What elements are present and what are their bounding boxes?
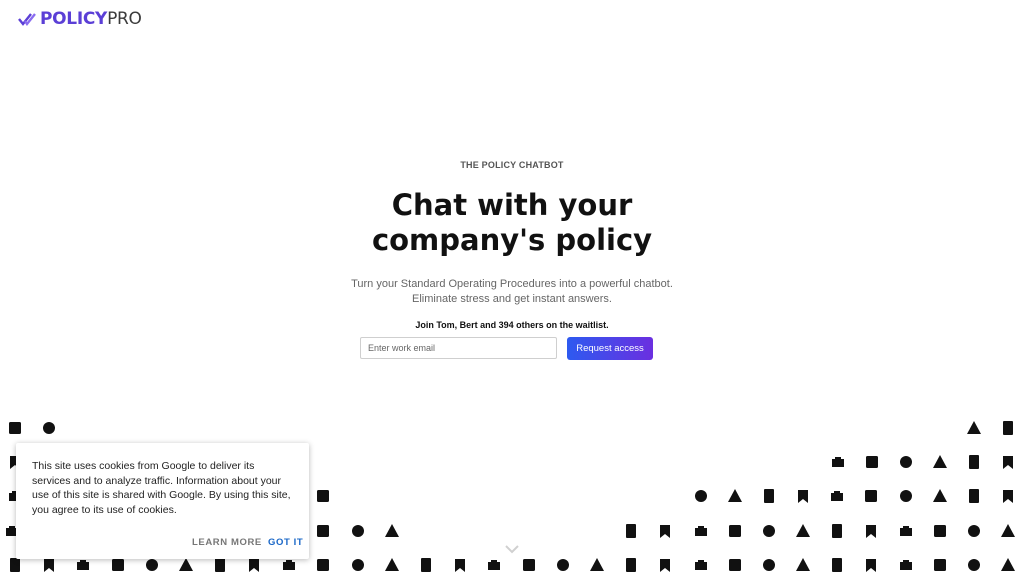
lightbulb-icon — [144, 557, 160, 573]
bookmark-icon — [693, 488, 709, 504]
pip-outline-icon — [555, 557, 571, 573]
subtitle-line-2: Eliminate stress and get instant answers… — [412, 293, 612, 305]
payment-icon — [761, 557, 777, 573]
date-range-icon — [829, 557, 845, 573]
hourglass-icon — [315, 488, 331, 504]
bookmark-outline-icon — [727, 488, 743, 504]
brand-logo[interactable]: POLICYPRO — [18, 8, 142, 30]
web-icon — [1000, 557, 1016, 573]
hero-eyebrow: THE POLICY CHATBOT — [460, 160, 564, 170]
no-sim-icon — [7, 557, 23, 573]
bookmarks-icon — [761, 488, 777, 504]
help-icon — [693, 557, 709, 573]
alarm-icon — [350, 523, 366, 539]
code-icon — [932, 523, 948, 539]
lock-icon — [281, 557, 297, 573]
pets-icon — [486, 557, 502, 573]
contact-clipboard-icon — [1000, 420, 1016, 436]
check-circle-icon — [795, 523, 811, 539]
wrench-icon — [829, 488, 845, 504]
description-icon — [966, 557, 982, 573]
translate-icon — [384, 523, 400, 539]
open-in-new-icon — [110, 557, 126, 573]
learn-more-button[interactable]: LEARN MORE — [192, 537, 262, 548]
checkbox-icon — [898, 454, 914, 470]
gps-icon — [657, 523, 673, 539]
work-icon — [727, 523, 743, 539]
lock-open-icon — [315, 557, 331, 573]
waitlist-text: Join Tom, Bert and 394 others on the wai… — [415, 320, 609, 330]
power-icon — [657, 557, 673, 573]
cookie-text: This site uses cookies from Google to de… — [32, 460, 291, 516]
subtitle-line-1: Turn your Standard Operating Procedures … — [351, 278, 673, 290]
compare-arrows-icon — [1000, 523, 1016, 539]
book-outline-icon — [898, 523, 914, 539]
headline-line-2: company's policy — [371, 223, 653, 257]
chevron-down-icon[interactable] — [504, 543, 520, 555]
get-app-icon — [589, 557, 605, 573]
headline-line-1: Chat with your — [391, 188, 633, 222]
book-icon — [1000, 454, 1016, 470]
warning-outline-icon — [761, 523, 777, 539]
dns-icon — [693, 523, 709, 539]
got-it-button[interactable]: GOT IT — [268, 537, 303, 548]
rv-icon — [966, 523, 982, 539]
request-access-button[interactable]: Request access — [567, 337, 653, 360]
dashboard-icon — [795, 557, 811, 573]
code-off-icon — [623, 557, 639, 573]
add-to-calendar-icon — [830, 454, 846, 470]
language-icon — [75, 557, 91, 573]
phone-forwarded-icon — [418, 557, 434, 573]
refresh-icon — [932, 454, 948, 470]
camera-icon — [966, 488, 982, 504]
photo-library-icon — [384, 557, 400, 573]
check-outline-icon — [829, 523, 845, 539]
cloud-upload-icon — [966, 454, 982, 470]
cookie-banner: This site uses cookies from Google to de… — [16, 443, 309, 559]
delete-icon — [863, 557, 879, 573]
bug-icon — [795, 488, 811, 504]
email-input[interactable] — [360, 337, 557, 359]
label-icon — [41, 557, 57, 573]
view-headline-icon — [212, 557, 228, 573]
download-box-icon — [864, 454, 880, 470]
calendar-icon — [898, 488, 914, 504]
delete-forever-icon — [898, 557, 914, 573]
view-day-icon — [178, 557, 194, 573]
list-icon — [246, 557, 262, 573]
wifi-icon — [452, 557, 468, 573]
hero-subtitle: Turn your Standard Operating Procedures … — [0, 277, 1024, 307]
download-icon — [41, 420, 57, 436]
delete-outline-icon — [932, 557, 948, 573]
hero-headline: Chat with your company's policy — [0, 188, 1024, 258]
brand-name: POLICYPRO — [40, 9, 142, 29]
picture-in-picture-icon — [521, 557, 537, 573]
copyright-icon — [727, 557, 743, 573]
label-outline-icon — [315, 523, 331, 539]
sync-alt-icon — [863, 488, 879, 504]
clipboard-icon — [966, 420, 982, 436]
person-icon — [350, 557, 366, 573]
card-giftcard-icon — [1000, 488, 1016, 504]
logo-check-icon — [18, 13, 36, 27]
credit-card-icon — [932, 488, 948, 504]
chrome-reader-icon — [863, 523, 879, 539]
gavel-icon — [7, 420, 23, 436]
report-icon — [623, 523, 639, 539]
